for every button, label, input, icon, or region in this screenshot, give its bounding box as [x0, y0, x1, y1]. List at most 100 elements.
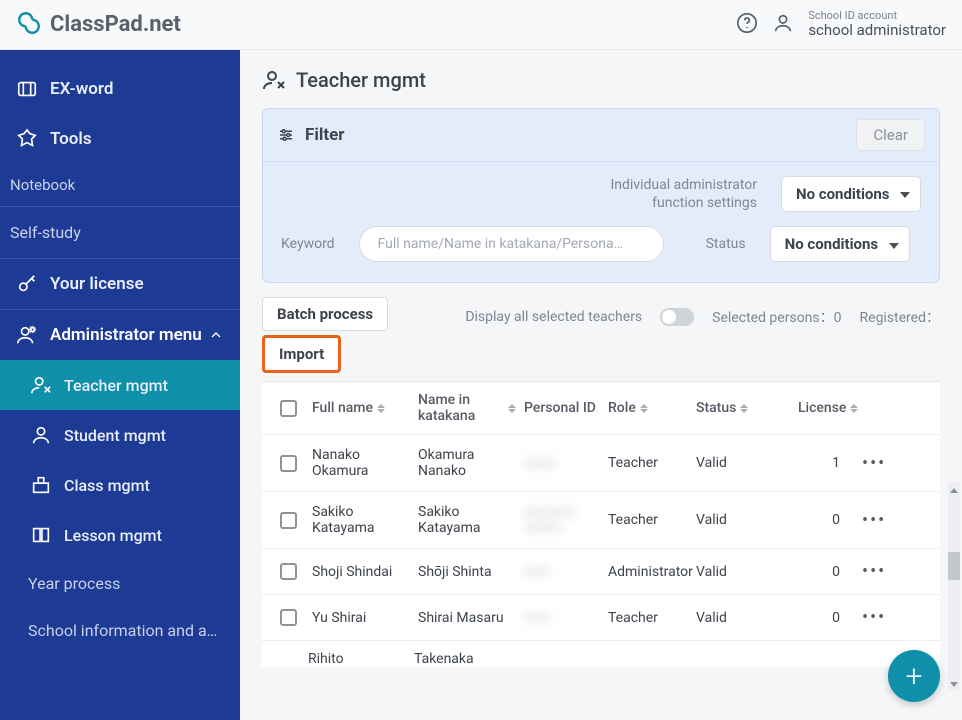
- table-row: Nanako Okamura Okamura Nanako xxxxx Teac…: [262, 435, 940, 492]
- scroll-down-icon[interactable]: [948, 678, 960, 690]
- row-actions-icon[interactable]: •••: [858, 561, 914, 582]
- sidebar-item-notebook[interactable]: Notebook: [0, 164, 240, 206]
- cell-role: Administrator: [604, 564, 692, 580]
- row-actions-icon[interactable]: •••: [858, 607, 914, 628]
- sidebar-item-selfstudy[interactable]: Self-study: [0, 207, 240, 258]
- cell-status: Valid: [692, 564, 794, 580]
- sidebar-item-school-info[interactable]: School information and a…: [0, 607, 240, 654]
- brand[interactable]: ClassPad.net: [16, 10, 181, 40]
- add-button[interactable]: +: [888, 650, 940, 702]
- col-status[interactable]: Status: [692, 400, 794, 416]
- cell-full-name: Yu Shirai: [308, 610, 414, 626]
- toolbar: Batch process Import Display all selecte…: [262, 297, 940, 373]
- table-row: Yu Shirai Shirai Masaru xxxx Teacher Val…: [262, 595, 940, 641]
- row-checkbox[interactable]: [280, 455, 297, 472]
- scroll-up-icon[interactable]: [948, 484, 960, 496]
- sidebar-item-license[interactable]: Your license: [0, 259, 240, 309]
- filter-icon: [277, 126, 295, 144]
- admin-setting-dropdown[interactable]: No conditions: [781, 176, 921, 212]
- sidebar-admin-toggle[interactable]: Administrator menu: [0, 310, 240, 360]
- sidebar-item-label: Your license: [50, 274, 144, 294]
- sidebar-item-label: Teacher mgmt: [64, 376, 168, 395]
- cell-full-name: Rihito: [308, 651, 414, 667]
- account-role: school administrator: [808, 22, 946, 39]
- filter-panel: Filter Clear Individual administrator fu…: [262, 108, 940, 283]
- sidebar-item-label: Lesson mgmt: [64, 526, 162, 545]
- sidebar-item-label: Student mgmt: [64, 426, 166, 445]
- status-dropdown[interactable]: No conditions: [770, 226, 910, 262]
- account-block[interactable]: School ID account school administrator: [808, 10, 946, 39]
- row-checkbox[interactable]: [280, 512, 297, 529]
- page-title: Teacher mgmt: [296, 68, 426, 92]
- cell-katakana: Shōji Shinta: [414, 564, 520, 580]
- select-all-checkbox[interactable]: [280, 400, 297, 417]
- sidebar-item-label: Administrator menu: [50, 325, 202, 345]
- col-role[interactable]: Role: [604, 400, 692, 416]
- cell-license: 1: [794, 455, 858, 471]
- cell-katakana: Okamura Nanako: [414, 447, 520, 479]
- row-checkbox[interactable]: [280, 563, 297, 580]
- registered-count: Registered：: [860, 307, 940, 327]
- sidebar-item-lesson-mgmt[interactable]: Lesson mgmt: [0, 510, 240, 560]
- sidebar-item-label: Notebook: [10, 176, 75, 194]
- table-header: Full name Name in katakana Personal ID R…: [262, 382, 940, 435]
- batch-process-button[interactable]: Batch process: [262, 297, 388, 331]
- cell-katakana: Sakiko Katayama: [414, 504, 520, 536]
- import-button[interactable]: Import: [262, 335, 341, 373]
- sidebar-item-label: Self-study: [10, 223, 81, 242]
- scrollbar-thumb[interactable]: [948, 552, 960, 580]
- selected-count: Selected persons：0: [712, 307, 841, 327]
- help-icon[interactable]: [736, 12, 758, 38]
- sidebar-item-tools[interactable]: Tools: [0, 114, 240, 164]
- cell-status: Valid: [692, 455, 794, 471]
- sidebar-item-label: Year process: [28, 574, 120, 593]
- cell-full-name: Shoji Shindai: [308, 564, 414, 580]
- teacher-table: Full name Name in katakana Personal ID R…: [262, 381, 940, 667]
- row-actions-icon[interactable]: •••: [858, 510, 914, 531]
- cell-personal-id: xxxx: [520, 564, 604, 579]
- brand-logo-icon: [16, 10, 42, 40]
- col-license[interactable]: License: [794, 400, 858, 416]
- col-personal-id: Personal ID: [520, 400, 604, 416]
- display-all-toggle[interactable]: [660, 308, 694, 326]
- brand-text: ClassPad.net: [50, 12, 181, 37]
- status-label: Status: [706, 236, 746, 252]
- cell-personal-id: xxxxx: [520, 456, 604, 471]
- col-full-name[interactable]: Full name: [308, 400, 414, 416]
- table-row-partial: Rihito Takenaka: [262, 641, 940, 667]
- row-actions-icon[interactable]: •••: [858, 453, 914, 474]
- sidebar-item-teacher-mgmt[interactable]: Teacher mgmt: [0, 360, 240, 410]
- cell-license: 0: [794, 512, 858, 528]
- cell-personal-id: xxxx: [520, 610, 604, 625]
- cell-license: 0: [794, 564, 858, 580]
- scrollbar-track[interactable]: [948, 482, 960, 690]
- table-row: Sakiko Katayama Sakiko Katayama xxxxxxxx…: [262, 492, 940, 549]
- user-icon[interactable]: [772, 12, 794, 38]
- sidebar-item-exword[interactable]: EX-word: [0, 64, 240, 114]
- main-content: Teacher mgmt Filter Clear Individual adm…: [240, 50, 962, 720]
- cell-role: Teacher: [604, 455, 692, 471]
- sidebar-item-year[interactable]: Year process: [0, 560, 240, 607]
- sidebar-item-class-mgmt[interactable]: Class mgmt: [0, 460, 240, 510]
- app-header: ClassPad.net School ID account school ad…: [0, 0, 962, 50]
- page-title-row: Teacher mgmt: [262, 68, 940, 92]
- row-checkbox[interactable]: [280, 609, 297, 626]
- keyword-label: Keyword: [281, 236, 335, 252]
- sidebar-item-label: Class mgmt: [64, 476, 150, 495]
- cell-role: Teacher: [604, 610, 692, 626]
- cell-status: Valid: [692, 610, 794, 626]
- filter-title: Filter: [305, 125, 345, 145]
- teacher-icon: [262, 68, 286, 92]
- cell-personal-id: xxxxxxxx xxxxxx: [520, 505, 604, 535]
- cell-role: Teacher: [604, 512, 692, 528]
- sidebar-item-student-mgmt[interactable]: Student mgmt: [0, 410, 240, 460]
- chevron-up-icon: [208, 327, 224, 343]
- keyword-input[interactable]: [359, 226, 664, 262]
- table-row: Shoji Shindai Shōji Shinta xxxx Administ…: [262, 549, 940, 595]
- clear-button[interactable]: Clear: [856, 119, 925, 151]
- col-katakana[interactable]: Name in katakana: [414, 392, 520, 424]
- sidebar-item-label: EX-word: [50, 79, 113, 99]
- cell-status: Valid: [692, 512, 794, 528]
- cell-katakana: Shirai Masaru: [414, 610, 520, 626]
- cell-license: 0: [794, 610, 858, 626]
